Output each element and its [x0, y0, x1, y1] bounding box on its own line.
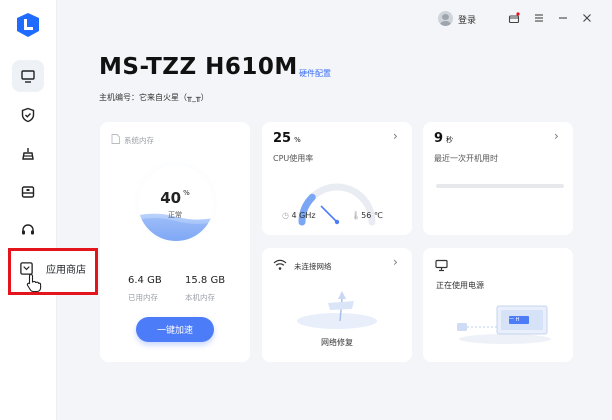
cpu-frequency: ◷ 4 GHz — [282, 211, 316, 220]
broom-icon — [22, 148, 34, 160]
shield-check-icon — [21, 107, 35, 123]
memory-used-value: 6.4 GB — [128, 275, 162, 286]
cpu-usage-label: CPU使用率 — [273, 154, 314, 163]
page-title: MS-TZZ H610M — [99, 54, 298, 80]
app-logo-icon — [17, 13, 39, 37]
one-click-accelerate-button[interactable]: 一键加速 — [136, 317, 214, 342]
memory-status: 正常 — [168, 211, 182, 219]
gift-box-button[interactable] — [507, 11, 521, 25]
avatar[interactable] — [438, 11, 453, 26]
power-screen-text: 一 H — [509, 317, 520, 323]
network-illustration — [297, 291, 377, 329]
sidebar-item-label: 应用商店 — [46, 264, 86, 276]
close-icon — [583, 14, 591, 22]
minimize-icon — [559, 17, 567, 19]
memory-total-label: 本机内存 — [185, 293, 215, 302]
sidebar-item-cleanup[interactable] — [12, 138, 44, 170]
topbar — [57, 0, 612, 38]
sidebar-item-app-store[interactable]: 应用商店 — [12, 253, 96, 283]
boot-time-card[interactable]: 9秒 › 最近一次开机用时 — [423, 122, 573, 235]
sidebar-item-toolbox[interactable] — [12, 176, 44, 208]
boot-time-bar — [436, 184, 564, 188]
host-id-text: 主机编号：它来自火星（╥_╥） — [99, 93, 209, 102]
hardware-config-link[interactable]: 硬件配置 — [299, 68, 331, 79]
memory-total-value: 15.8 GB — [185, 275, 226, 286]
close-button[interactable] — [580, 11, 594, 25]
gift-box-icon — [508, 12, 520, 24]
toolbox-icon — [21, 186, 35, 198]
chevron-right-icon: › — [393, 255, 398, 269]
hand-cursor-icon — [26, 273, 42, 293]
chevron-right-icon: › — [393, 129, 398, 143]
cpu-temperature: 🌡56 ℃ — [351, 211, 383, 220]
boot-time-label: 最近一次开机用时 — [434, 154, 498, 163]
sidebar-item-home[interactable] — [12, 60, 44, 92]
desktop-icon — [435, 259, 448, 272]
sidebar — [0, 0, 57, 420]
memory-title: 系统内存 — [124, 136, 154, 145]
power-status: 正在使用电源 — [436, 281, 484, 290]
power-card[interactable]: 正在使用电源 一 H — [423, 248, 573, 362]
memory-percent: 40% — [160, 189, 190, 207]
monitor-icon — [21, 70, 35, 83]
cpu-gauge — [298, 183, 376, 226]
cpu-usage-value: 25% — [273, 131, 301, 146]
power-illustration — [457, 305, 551, 344]
menu-icon — [535, 14, 543, 22]
memory-card: 系统内存 40% 正常 6.4 GB 已用内存 15.8 GB 本机内存 一键加… — [100, 122, 250, 362]
network-status: 未连接网络 — [294, 262, 332, 271]
sidebar-item-security[interactable] — [12, 99, 44, 131]
network-card[interactable]: 未连接网络 › 网络修复 — [262, 248, 412, 362]
menu-button[interactable] — [532, 11, 546, 25]
wifi-icon — [273, 259, 287, 270]
sidebar-item-service[interactable] — [12, 214, 44, 246]
cpu-card[interactable]: 25% › CPU使用率 ◷ 4 GHz 🌡56 ℃ — [262, 122, 412, 235]
login-button[interactable]: 登录 — [458, 13, 476, 26]
minimize-button[interactable] — [556, 11, 570, 25]
boot-time-value: 9秒 — [434, 131, 454, 146]
chevron-right-icon: › — [554, 129, 559, 143]
document-icon — [111, 134, 120, 144]
headset-icon — [22, 224, 34, 235]
network-repair-button[interactable]: 网络修复 — [262, 337, 412, 348]
memory-used-label: 已用内存 — [128, 293, 158, 302]
